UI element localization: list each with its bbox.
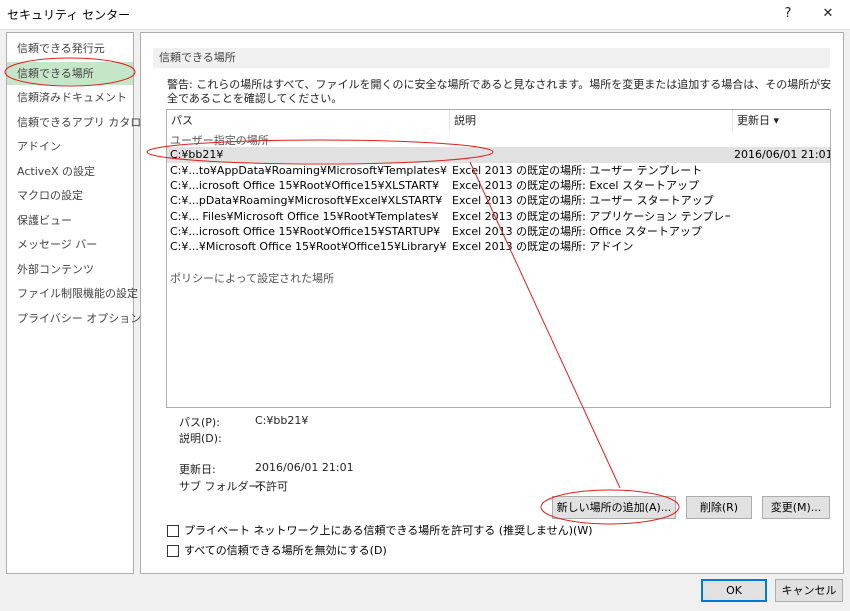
table-row[interactable]: C:¥...to¥AppData¥Roaming¥Microsoft¥Templ… bbox=[167, 163, 830, 179]
row-description: Excel 2013 の既定の場所: アドイン bbox=[452, 240, 634, 253]
window-title: セキュリティ センター bbox=[7, 8, 131, 22]
table-row[interactable]: C:¥bb21¥ 2016/06/01 21:01 bbox=[167, 147, 830, 163]
sidebar-item-protected-view[interactable]: 保護ビュー bbox=[7, 209, 133, 232]
column-header-path[interactable]: パス bbox=[167, 110, 449, 131]
disable-all-label[interactable]: すべての信頼できる場所を無効にする(D) bbox=[184, 543, 387, 559]
disable-all-checkbox[interactable] bbox=[167, 545, 179, 557]
allow-network-label[interactable]: プライベート ネットワーク上にある信頼できる場所を許可する (推奨しません)(W… bbox=[184, 523, 592, 539]
table-row[interactable]: C:¥...pData¥Roaming¥Microsoft¥Excel¥XLST… bbox=[167, 193, 830, 209]
detail-subfolder-label: サブ フォルダー: bbox=[179, 480, 264, 493]
add-location-button[interactable]: 新しい場所の追加(A)... bbox=[552, 496, 676, 519]
allow-network-checkbox[interactable] bbox=[167, 525, 179, 537]
section-title: 信頼できる場所 bbox=[153, 48, 830, 68]
sidebar-item-activex[interactable]: ActiveX の設定 bbox=[7, 160, 133, 183]
sidebar-item-message-bar[interactable]: メッセージ バー bbox=[7, 233, 133, 256]
row-path: C:¥...to¥AppData¥Roaming¥Microsoft¥Templ… bbox=[170, 164, 447, 177]
group-label-user: ユーザー指定の場所 bbox=[170, 134, 269, 147]
row-description: Excel 2013 の既定の場所: ユーザー スタートアップ bbox=[452, 194, 714, 207]
row-path: C:¥bb21¥ bbox=[170, 148, 224, 161]
sidebar-item-external-content[interactable]: 外部コンテンツ bbox=[7, 258, 133, 281]
table-row[interactable]: C:¥... Files¥Microsoft Office 15¥Root¥Te… bbox=[167, 209, 830, 225]
row-description: Excel 2013 の既定の場所: アプリケーション テンプレート bbox=[452, 210, 730, 223]
row-path: C:¥...icrosoft Office 15¥Root¥Office15¥S… bbox=[170, 225, 441, 238]
ok-button[interactable]: OK bbox=[701, 579, 767, 602]
close-button[interactable]: ✕ bbox=[808, 1, 848, 27]
table-row[interactable]: C:¥...icrosoft Office 15¥Root¥Office15¥X… bbox=[167, 178, 830, 194]
row-description: Excel 2013 の既定の場所: Excel スタートアップ bbox=[452, 179, 699, 192]
sidebar: 信頼できる発行元 信頼できる場所 信頼済みドキュメント 信頼できるアプリ カタロ… bbox=[6, 32, 152, 574]
column-header-description[interactable]: 説明 bbox=[450, 110, 732, 131]
modify-button[interactable]: 変更(M)... bbox=[762, 496, 830, 519]
group-label-policy: ポリシーによって設定された場所 bbox=[170, 272, 335, 285]
row-path: C:¥...pData¥Roaming¥Microsoft¥Excel¥XLST… bbox=[170, 194, 443, 207]
row-modified: 2016/06/01 21:01 bbox=[734, 148, 830, 161]
remove-button[interactable]: 削除(R) bbox=[686, 496, 752, 519]
warning-text: 警告: これらの場所はすべて、ファイルを開くのに安全な場所であると見なされます。… bbox=[167, 78, 832, 105]
detail-path-value: C:¥bb21¥ bbox=[255, 414, 309, 427]
sidebar-item-trusted-locations[interactable]: 信頼できる場所 bbox=[7, 62, 133, 85]
table-row[interactable]: C:¥...¥Microsoft Office 15¥Root¥Office15… bbox=[167, 239, 830, 255]
sidebar-item-macro[interactable]: マクロの設定 bbox=[7, 184, 133, 207]
detail-subfolder-value: 不許可 bbox=[255, 480, 288, 493]
sidebar-item-trusted-publishers[interactable]: 信頼できる発行元 bbox=[7, 37, 133, 60]
sidebar-item-trusted-app-catalogs[interactable]: 信頼できるアプリ カタログ bbox=[7, 111, 152, 134]
detail-path-label: パス(P): bbox=[179, 416, 220, 429]
title-bar: セキュリティ センター ? ✕ bbox=[0, 0, 850, 30]
row-path: C:¥...¥Microsoft Office 15¥Root¥Office15… bbox=[170, 240, 447, 253]
row-description: Excel 2013 の既定の場所: ユーザー テンプレート bbox=[452, 164, 703, 177]
row-path: C:¥... Files¥Microsoft Office 15¥Root¥Te… bbox=[170, 210, 439, 223]
cancel-button[interactable]: キャンセル bbox=[775, 579, 843, 602]
detail-description-label: 説明(D): bbox=[179, 432, 222, 445]
sidebar-item-addins[interactable]: アドイン bbox=[7, 135, 133, 158]
locations-list[interactable]: パス 説明 更新日 ▾ ユーザー指定の場所 C:¥bb21¥ 2016/06/0… bbox=[166, 109, 831, 408]
table-row[interactable]: C:¥...icrosoft Office 15¥Root¥Office15¥S… bbox=[167, 224, 830, 240]
sidebar-item-trusted-documents[interactable]: 信頼済みドキュメント bbox=[7, 86, 133, 109]
detail-modified-value: 2016/06/01 21:01 bbox=[255, 461, 354, 474]
column-header-modified[interactable]: 更新日 ▾ bbox=[733, 110, 830, 131]
row-description: Excel 2013 の既定の場所: Office スタートアップ bbox=[452, 225, 702, 238]
sidebar-item-file-block[interactable]: ファイル制限機能の設定 bbox=[7, 282, 138, 305]
sidebar-item-privacy[interactable]: プライバシー オプション bbox=[7, 307, 141, 330]
row-path: C:¥...icrosoft Office 15¥Root¥Office15¥X… bbox=[170, 179, 440, 192]
detail-modified-label: 更新日: bbox=[179, 463, 216, 476]
help-button[interactable]: ? bbox=[768, 1, 808, 27]
